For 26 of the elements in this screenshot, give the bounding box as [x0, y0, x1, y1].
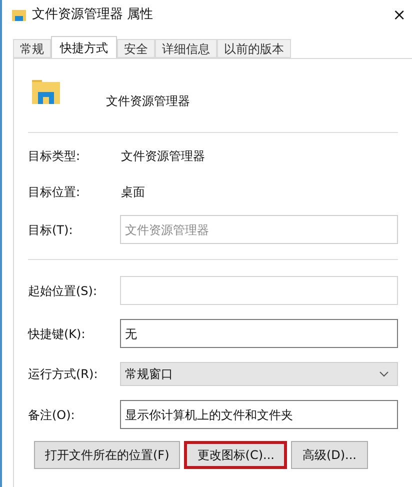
field-value: 桌面: [121, 184, 145, 201]
button[interactable]: 高级(D)...: [291, 441, 368, 469]
button[interactable]: 更改图标(C)...: [184, 441, 288, 469]
folder-icon: [12, 9, 26, 21]
close-button[interactable]: ×: [390, 7, 408, 23]
tab[interactable]: 快捷方式: [51, 36, 117, 58]
field-label: 运行方式(R):: [28, 366, 99, 383]
tab[interactable]: 安全: [117, 39, 155, 58]
input-field[interactable]: 显示你计算机上的文件和文件夹: [120, 400, 398, 429]
field-value: 文件资源管理器: [121, 148, 205, 165]
folder-icon: [32, 78, 60, 104]
chevron-down-icon: [379, 371, 389, 377]
input-field[interactable]: 无: [120, 319, 398, 348]
window-title: 文件资源管理器 属性: [32, 6, 154, 24]
field-label: 目标(T):: [28, 222, 74, 238]
button[interactable]: 打开文件所在的位置(F): [34, 441, 180, 469]
field-label: 目标类型:: [28, 148, 82, 165]
tab[interactable]: 以前的版本: [217, 39, 291, 58]
field-label: 目标位置:: [28, 184, 82, 201]
field-label: 备注(O):: [28, 406, 76, 424]
tab[interactable]: 详细信息: [155, 39, 217, 58]
field-label: 快捷键(K):: [28, 326, 86, 342]
dropdown[interactable]: 常规窗口: [120, 362, 398, 386]
tab[interactable]: 常规: [13, 39, 51, 58]
shortcut-name: 文件资源管理器: [106, 92, 190, 110]
field-label: 起始位置(S):: [28, 282, 98, 300]
